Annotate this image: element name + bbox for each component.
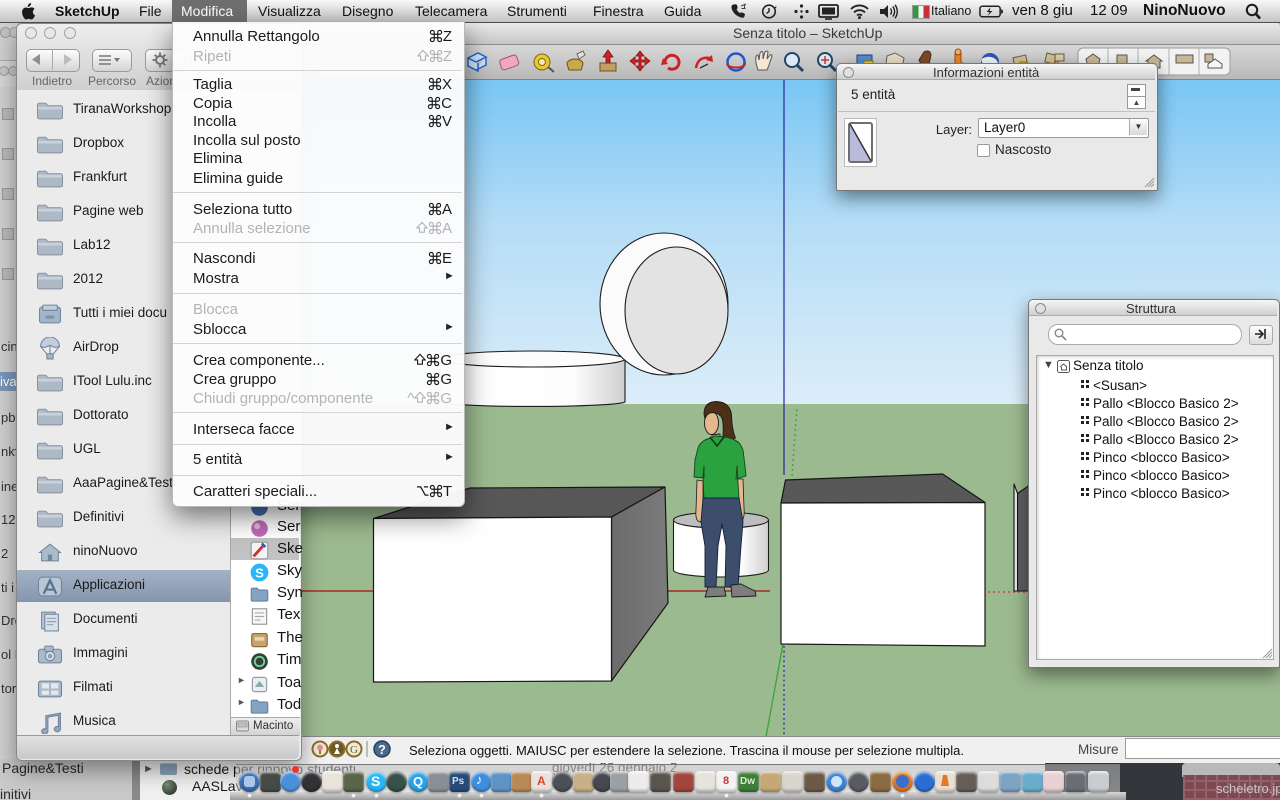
- svg-text:G: G: [350, 744, 358, 756]
- svg-text:?: ?: [378, 743, 386, 757]
- svg-text:S: S: [255, 565, 264, 580]
